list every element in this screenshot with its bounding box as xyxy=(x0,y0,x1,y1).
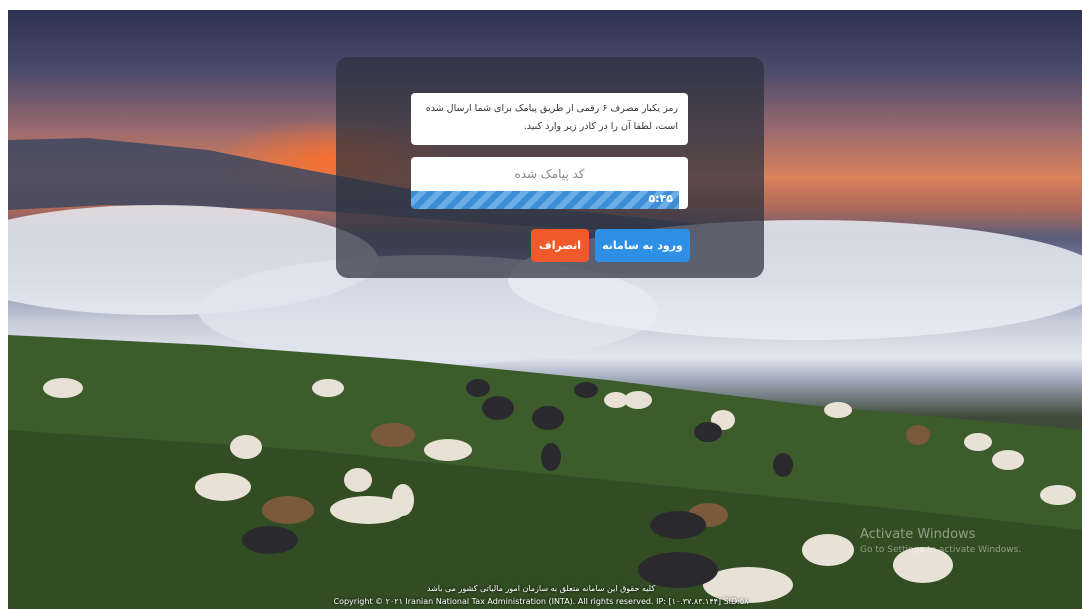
sms-code-input[interactable] xyxy=(411,157,688,191)
otp-timer-progress-bar: ۵:۴۵ xyxy=(411,191,679,209)
login-button[interactable]: ورود به سامانه xyxy=(595,229,690,262)
otp-info-text: رمز یکبار مصرف ۶ رقمی از طریق پیامک برای… xyxy=(411,93,688,145)
progress-remaining xyxy=(679,191,688,209)
footer-rights-text: کلیه حقوق این سامانه متعلق به سازمان امو… xyxy=(426,584,656,593)
footer-copyright: Copyright © ۲۰۲۱ Iranian National Tax Ad… xyxy=(333,597,749,606)
activate-windows-subtitle: Go to Settings to activate Windows. xyxy=(860,545,1022,555)
otp-dialog: رمز یکبار مصرف ۶ رقمی از طریق پیامک برای… xyxy=(336,57,764,278)
otp-timer: ۵:۴۵ xyxy=(648,192,673,205)
cancel-button[interactable]: انصراف xyxy=(531,229,589,262)
activate-windows-title: Activate Windows xyxy=(860,527,976,542)
